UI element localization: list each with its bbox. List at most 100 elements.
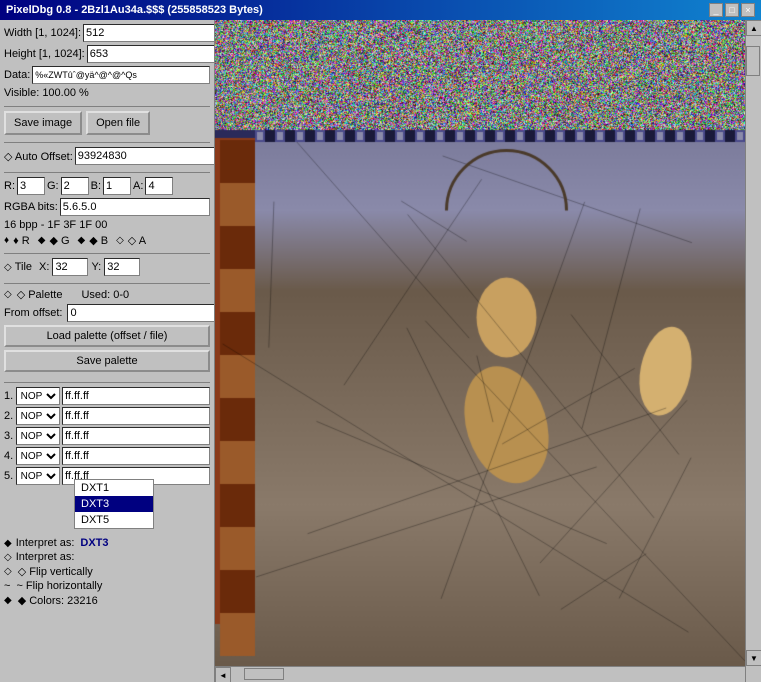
nop-color-4[interactable] — [62, 447, 210, 465]
palette-used-label: Used: 0-0 — [81, 289, 129, 301]
visible-label: Visible: 100.00 % — [4, 87, 89, 99]
open-file-button[interactable]: Open file — [86, 111, 150, 135]
palette-diamond-icon: ◇ — [4, 289, 12, 300]
flip-horizontal-label: ~ Flip horizontally — [16, 580, 102, 592]
interpret-section: DXT1 DXT3 DXT5 ◆ Interpret as: DXT3 ◇ In… — [4, 489, 210, 607]
left-panel: Width [1, 1024]: Height [1, 1024]: Data:… — [0, 20, 215, 682]
b-input[interactable] — [103, 177, 131, 195]
title-text: PixelDbg 0.8 - 2Bzl1Au34a.$$$ (255858523… — [6, 4, 263, 16]
interpret-filled-value: DXT3 — [80, 537, 108, 549]
a-label: A: — [133, 180, 143, 192]
divider2 — [4, 142, 210, 143]
b-channel-label: ◆ B — [89, 234, 108, 247]
scroll-left-button[interactable]: ◄ — [215, 667, 231, 682]
tile-label: Tile — [15, 261, 32, 273]
a-channel-label: ◇ A — [128, 234, 146, 247]
from-offset-label: From offset: — [4, 307, 62, 319]
flip-vertical-row[interactable]: ◇ ◇ Flip vertically — [4, 565, 210, 578]
scroll-thumb-h[interactable] — [244, 668, 284, 680]
flip-vertical-label: ◇ Flip vertically — [18, 565, 93, 578]
a-diamond-icon: ◇ — [116, 235, 124, 246]
bpp-row: 16 bpp - 1F 3F 1F 00 — [4, 219, 210, 231]
tile-x-input[interactable] — [52, 258, 88, 276]
rgba-row: R: G: B: A: — [4, 177, 210, 195]
palette-label: ◇ Palette — [17, 288, 63, 301]
save-image-button[interactable]: Save image — [4, 111, 82, 135]
bits-input[interactable] — [60, 198, 210, 216]
nop-row-2: 2. NOP — [4, 407, 210, 425]
nop-select-5[interactable]: NOP — [16, 467, 60, 485]
interpret-filled-diamond-icon: ◆ — [4, 538, 12, 549]
nop-color-1[interactable] — [62, 387, 210, 405]
g-label: G: — [47, 180, 59, 192]
from-offset-row: From offset: — [4, 304, 210, 322]
dropdown-item-dxt3[interactable]: DXT3 — [75, 496, 153, 512]
r-input[interactable] — [17, 177, 45, 195]
minimize-button[interactable]: _ — [709, 3, 723, 17]
interpret-dropdown: DXT1 DXT3 DXT5 — [74, 479, 154, 529]
rgba-bits-row: RGBA bits: — [4, 198, 210, 216]
a-input[interactable] — [145, 177, 173, 195]
width-input[interactable] — [83, 24, 215, 42]
window-controls: _ □ × — [709, 3, 755, 17]
interpret-filled-row: ◆ Interpret as: DXT3 — [4, 537, 210, 549]
palette-header-row: ◇ ◇ Palette Used: 0-0 — [4, 288, 210, 301]
save-palette-button[interactable]: Save palette — [4, 350, 210, 372]
nop-row-3: 3. NOP — [4, 427, 210, 445]
image-area — [215, 20, 745, 666]
tile-y-label: Y: — [91, 261, 101, 273]
nop-color-3[interactable] — [62, 427, 210, 445]
divider1 — [4, 106, 210, 107]
load-palette-button[interactable]: Load palette (offset / file) — [4, 325, 210, 347]
tile-row: ◇ Tile X: Y: — [4, 258, 210, 276]
scroll-up-button[interactable]: ▲ — [746, 20, 761, 36]
offset-row: ◇ Auto Offset: — [4, 147, 210, 165]
offset-input[interactable] — [75, 147, 215, 165]
flip-horizontal-row[interactable]: ~ ~ Flip horizontally — [4, 580, 210, 592]
data-label: Data: — [4, 69, 30, 81]
right-panel: ▲ ▼ ◄ ► — [215, 20, 761, 682]
nop-num-4: 4. — [4, 450, 14, 462]
colors-row: ◆ ◆ Colors: 23216 — [4, 594, 210, 607]
palette-section: ◇ ◇ Palette Used: 0-0 From offset: Load … — [4, 288, 210, 375]
dropdown-item-dxt1[interactable]: DXT1 — [75, 480, 153, 496]
from-offset-input[interactable] — [67, 304, 215, 322]
divider3 — [4, 172, 210, 173]
divider5 — [4, 283, 210, 284]
nop-num-5: 5. — [4, 470, 14, 482]
colors-label: ◆ Colors: 23216 — [18, 594, 98, 607]
scroll-thumb-v[interactable] — [746, 46, 760, 76]
close-button[interactable]: × — [741, 3, 755, 17]
data-row: Data: — [4, 66, 210, 84]
r-diamond-icon: ♦ — [4, 235, 9, 246]
b-label: B: — [91, 180, 101, 192]
width-label: Width [1, 1024]: — [4, 27, 81, 39]
height-label: Height [1, 1024]: — [4, 48, 85, 60]
bits-label: RGBA bits: — [4, 201, 58, 213]
divider6 — [4, 382, 210, 383]
horizontal-scrollbar[interactable]: ◄ ► — [215, 666, 745, 682]
height-input[interactable] — [87, 45, 215, 63]
title-bar: PixelDbg 0.8 - 2Bzl1Au34a.$$$ (255858523… — [0, 0, 761, 20]
vertical-scrollbar[interactable]: ▲ ▼ — [745, 20, 761, 682]
nop-num-1: 1. — [4, 390, 14, 402]
scroll-down-button[interactable]: ▼ — [746, 650, 761, 666]
nop-select-4[interactable]: NOP — [16, 447, 60, 465]
interpret-filled-label: Interpret as: — [16, 537, 75, 549]
nop-select-3[interactable]: NOP — [16, 427, 60, 445]
nop-select-1[interactable]: NOP — [16, 387, 60, 405]
nop-row-4: 4. NOP — [4, 447, 210, 465]
bpp-label: 16 bpp - 1F 3F 1F 00 — [4, 219, 107, 231]
nop-num-2: 2. — [4, 410, 14, 422]
g-diamond-icon: ◆ — [38, 235, 46, 246]
nop-color-2[interactable] — [62, 407, 210, 425]
r-channel-label: ♦ R — [13, 235, 30, 247]
flip-v-diamond-icon: ◇ — [4, 566, 12, 577]
data-input[interactable] — [32, 66, 210, 84]
dropdown-item-dxt5[interactable]: DXT5 — [75, 512, 153, 528]
g-input[interactable] — [61, 177, 89, 195]
width-row: Width [1, 1024]: — [4, 24, 210, 42]
nop-select-2[interactable]: NOP — [16, 407, 60, 425]
maximize-button[interactable]: □ — [725, 3, 739, 17]
tile-y-input[interactable] — [104, 258, 140, 276]
